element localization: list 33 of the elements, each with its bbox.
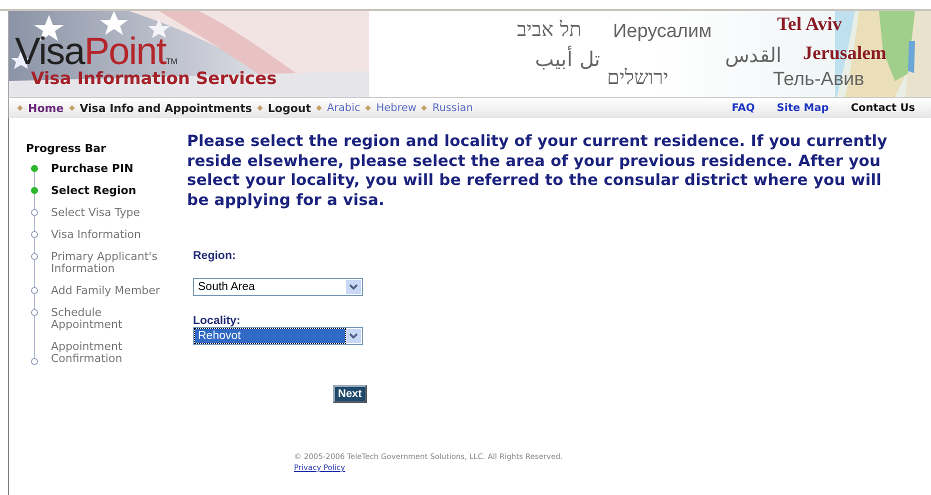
nav-link[interactable]: FAQ <box>732 102 755 114</box>
step-label: Schedule Appointment <box>51 307 124 331</box>
step-label: Select Region <box>51 185 136 197</box>
nav-link[interactable]: Contact Us <box>850 102 915 114</box>
field-label: Locality: <box>193 315 242 327</box>
step-label: Purchase PIN <box>51 163 134 175</box>
brand-subtitle: Visa Information Services <box>31 69 277 89</box>
next-button[interactable]: Next <box>333 385 367 403</box>
instructions-text: Please select the region and locality of your current residence. If you currently reside elsewhere, please select the area of your previous residence. After you select your locality, you will be referred to the consular district where you will be applying for a visa. <box>187 132 888 210</box>
nav-link[interactable]: Site Map <box>776 102 829 114</box>
nav-link[interactable]: Logout <box>268 102 311 114</box>
select-field[interactable]: Rehovot <box>193 327 363 345</box>
step-label: Visa Information <box>51 229 141 241</box>
nav-link[interactable]: Visa Info and Appointments <box>80 102 252 114</box>
step-label: Appointment Confirmation <box>51 341 124 365</box>
nav-link[interactable]: Arabic <box>326 102 360 114</box>
city-name: Tel Aviv <box>777 14 842 37</box>
city-name: القدس <box>725 43 782 67</box>
nav-link[interactable]: Russian <box>432 102 473 114</box>
city-name: تل أبيب <box>535 47 600 71</box>
select-field[interactable]: South Area <box>193 278 363 296</box>
progress-title: Progress Bar <box>26 142 107 155</box>
city-name: Иерусалим <box>613 21 712 44</box>
nav-link[interactable]: Hebrew <box>376 102 416 114</box>
step-label: Add Family Member <box>51 285 160 297</box>
field-label: Region: <box>193 250 237 262</box>
city-name: Jerusalem <box>803 43 886 66</box>
step-label: Primary Applicant's Information <box>51 251 158 275</box>
nav-link[interactable]: Home <box>28 102 64 114</box>
step-label: Select Visa Type <box>51 207 140 219</box>
city-name: Тель-Авив <box>773 69 864 92</box>
city-name: תל אביב <box>517 17 582 41</box>
city-name: ירושלים <box>607 65 668 89</box>
